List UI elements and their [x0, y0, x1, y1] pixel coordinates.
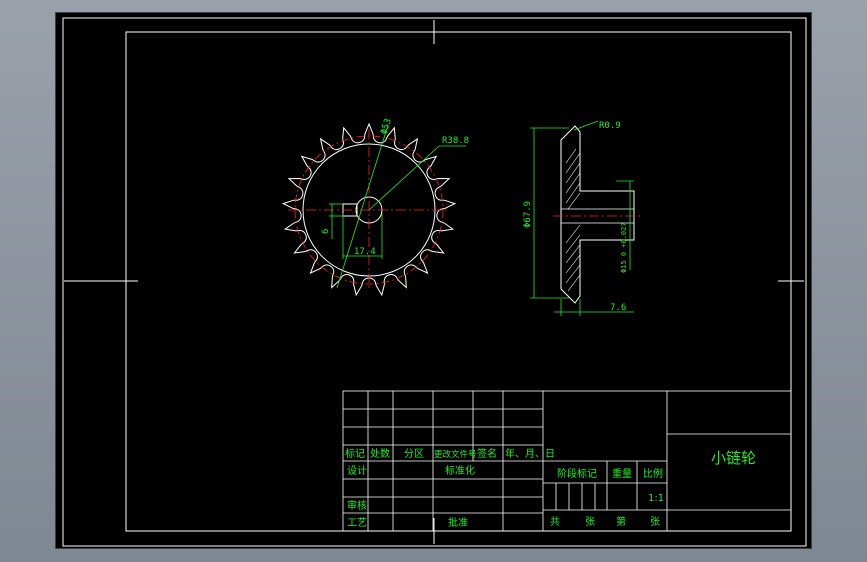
radius-leader [368, 145, 440, 211]
side-outline [560, 125, 635, 304]
tb-part-name: 小链轮 [711, 449, 756, 467]
tb-weight: 重量 [612, 467, 632, 480]
tb-sign: 签名 [477, 447, 497, 460]
dim-tip-dia: Φ53 [379, 117, 394, 136]
sprocket-side-view: R0.9 Φ67.9 Φ15 0 +0.027 7.6 [523, 120, 642, 316]
dim-roller-radius: R0.9 [599, 121, 621, 131]
section-hatch-upper [565, 148, 581, 210]
tb-scale-value: 1:1 [648, 493, 664, 504]
tb-review: 审核 [347, 499, 367, 512]
tb-sheets2: 张 [650, 516, 660, 528]
title-block-text: 标记 处数 分区 更改文件号 签名 年、月、日 设计 标准化 审核 工艺 批准 … [345, 447, 756, 529]
dim-keyway-height: 17.4 [354, 247, 376, 257]
tb-total: 共 [550, 516, 560, 528]
outer-frame [62, 17, 807, 547]
tb-stage-mark: 阶段标记 [557, 467, 597, 480]
dim-hub-dia: Φ15 0 +0.027 [620, 222, 628, 273]
tb-mark: 标记 [345, 448, 365, 460]
dia-leader [336, 124, 389, 289]
tb-design: 设计 [347, 464, 367, 477]
tb-sheets1: 张 [585, 516, 595, 528]
dim-root-radius: R38.8 [442, 136, 469, 146]
tb-date: 年、月、日 [505, 447, 555, 460]
tb-change-doc: 更改文件号 [434, 449, 477, 460]
tb-scale-label: 比例 [643, 467, 663, 480]
tb-count: 处数 [370, 447, 390, 460]
dim-thickness: 7.6 [610, 303, 626, 313]
section-hatch-lower [565, 224, 581, 292]
tb-number: 第 [616, 515, 626, 528]
dim-pitch-dia: Φ67.9 [523, 201, 533, 228]
tb-process: 工艺 [347, 517, 367, 529]
tb-approve: 批准 [448, 516, 468, 529]
cad-viewport[interactable]: Φ53 R38.8 17.4 6 R0.9 Φ67.9 Φ15 0 +0.027… [55, 12, 812, 549]
sprocket-front-view: Φ53 R38.8 17.4 6 [281, 117, 469, 297]
dim-keyway-width: 6 [321, 229, 331, 234]
tb-standardize: 标准化 [445, 464, 475, 477]
roller-leader [573, 120, 599, 131]
tb-zone: 分区 [404, 448, 424, 460]
